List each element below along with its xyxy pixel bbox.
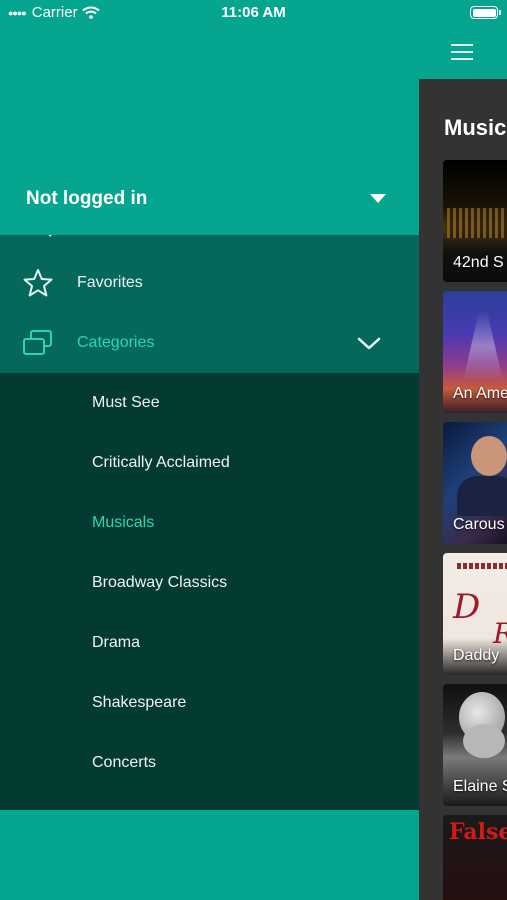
drawer-menu: Favorites Categories	[0, 235, 419, 373]
star-icon	[23, 269, 53, 297]
content-title: Musica	[444, 115, 507, 140]
status-bar: ●●●● Carrier 11:06 AM	[0, 0, 507, 28]
category-item-active[interactable]: Musicals	[0, 493, 419, 553]
categories-icon	[23, 330, 52, 355]
category-label: Shakespeare	[92, 694, 187, 711]
content-panel: Musica 42nd S An Ame Carous D R Daddy El…	[419, 79, 507, 900]
battery-icon	[470, 6, 501, 19]
category-label: Drama	[92, 634, 141, 651]
card-logo-art: False	[449, 819, 507, 845]
drawer-footer	[0, 810, 419, 900]
show-card[interactable]: D R Daddy	[443, 553, 507, 675]
menu-item-categories[interactable]: Categories	[0, 314, 419, 372]
category-label: Broadway Classics	[92, 574, 228, 591]
chevron-down-icon[interactable]	[357, 335, 381, 351]
show-card[interactable]: False	[443, 815, 507, 900]
side-drawer: Not logged in Favorites Categories Must …	[0, 0, 419, 900]
caret-down-icon[interactable]	[370, 194, 386, 203]
category-item[interactable]: Concerts	[0, 733, 419, 793]
show-card[interactable]: Carous	[443, 422, 507, 544]
category-item[interactable]: Critically Acclaimed	[0, 433, 419, 493]
card-title: Carous	[453, 516, 505, 533]
menu-item-favorites[interactable]: Favorites	[0, 254, 419, 312]
show-card[interactable]: An Ame	[443, 291, 507, 413]
category-item[interactable]: Shakespeare	[0, 673, 419, 733]
card-title: 42nd S	[453, 254, 504, 271]
category-label: Concerts	[92, 754, 157, 771]
status-time: 11:06 AM	[221, 4, 286, 21]
category-label: Critically Acclaimed	[92, 454, 230, 471]
category-item[interactable]: Broadway Classics	[0, 553, 419, 613]
user-status-label[interactable]: Not logged in	[26, 188, 147, 210]
menu-item-label: Categories	[77, 334, 155, 351]
menu-icon[interactable]	[451, 44, 473, 60]
drawer-header: Not logged in	[0, 0, 419, 235]
show-card[interactable]: 42nd S	[443, 160, 507, 282]
card-title: An Ame	[453, 385, 507, 402]
card-title: Daddy	[453, 647, 500, 664]
show-card[interactable]: Elaine S	[443, 684, 507, 806]
search-icon	[48, 235, 52, 237]
category-item[interactable]: Drama	[0, 613, 419, 673]
card-title: Elaine S	[453, 778, 507, 795]
menu-item-label: Favorites	[77, 274, 143, 291]
category-label: Musicals	[92, 514, 155, 531]
category-item[interactable]: Must See	[0, 373, 419, 433]
category-list: Must See Critically Acclaimed Musicals B…	[0, 373, 419, 810]
category-label: Must See	[92, 394, 160, 411]
